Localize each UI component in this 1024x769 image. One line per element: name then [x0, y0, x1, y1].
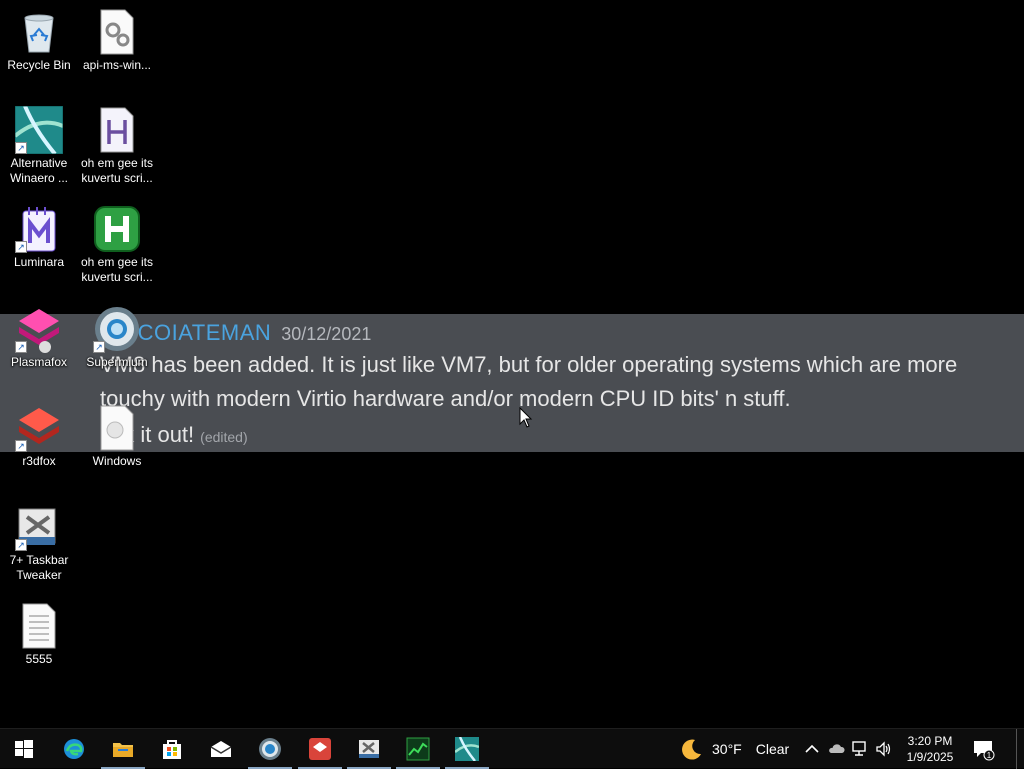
desktop-icon-label: 5555 — [25, 652, 53, 666]
taskbar-tweaker-icon: ↗ — [15, 503, 63, 551]
blank-file-icon — [93, 404, 141, 452]
message-edited-tag: (edited) — [200, 429, 248, 445]
desktop-icon-label: 7+ Taskbar Tweaker — [9, 553, 69, 582]
taskbar-winaero[interactable] — [443, 729, 491, 769]
desktop[interactable]: OCOIATEMAN 30/12/2021 VM8 has been added.… — [0, 0, 1024, 728]
tray-onedrive[interactable] — [825, 737, 847, 761]
taskbar-microsoft-store[interactable] — [148, 729, 196, 769]
message-line-1: VM8 has been added. It is just like VM7,… — [100, 352, 958, 377]
desktop-icon-label: oh em gee its kuvertu scri... — [80, 255, 154, 284]
taskbar-clock[interactable]: 3:20 PM 1/9/2025 — [900, 733, 960, 765]
desktop-icon-label: Luminara — [13, 255, 65, 269]
desktop-icon-supermium[interactable]: ↗ Supermium — [79, 305, 155, 370]
desktop-icon-windows[interactable]: Windows — [79, 404, 155, 469]
message-line-2: touchy with modern Virtio hardware and/o… — [100, 386, 791, 411]
notification-icon: 1 — [974, 741, 995, 761]
action-center-button[interactable]: 1 — [966, 729, 1000, 769]
shortcut-arrow-icon: ↗ — [15, 241, 27, 253]
clock-time: 3:20 PM — [907, 734, 953, 748]
desktop-icon-label: Windows — [92, 454, 142, 468]
windows-logo-icon — [15, 740, 33, 758]
plasmafox-icon: ↗ — [15, 305, 63, 353]
show-hidden-icons-button[interactable] — [801, 737, 823, 761]
desktop-icon-label: Supermium — [86, 355, 148, 369]
desktop-icon-alternative-winaero[interactable]: ↗ Alternative Winaero ... — [1, 106, 77, 186]
desktop-icon-label: Recycle Bin — [7, 58, 71, 72]
moon-icon — [682, 739, 701, 760]
shortcut-arrow-icon: ↗ — [15, 440, 27, 452]
desktop-icon-r3dfox[interactable]: ↗ r3dfox — [1, 404, 77, 469]
taskbar-mail[interactable] — [197, 729, 245, 769]
mail-envelope-icon — [210, 741, 232, 757]
desktop-icon-oh-em-gee-script[interactable]: oh em gee its kuvertu scri... — [79, 106, 155, 186]
desktop-icon-label: r3dfox — [22, 454, 56, 468]
shortcut-arrow-icon: ↗ — [15, 539, 27, 551]
desktop-icon-oh-em-gee-app[interactable]: oh em gee its kuvertu scri... — [79, 205, 155, 285]
network-icon — [852, 741, 866, 756]
weather-condition: Clear — [755, 741, 790, 757]
message-header: OCOIATEMAN 30/12/2021 — [120, 318, 371, 348]
chevron-up-icon — [805, 744, 819, 753]
tray-volume[interactable] — [873, 737, 895, 761]
desktop-icon-label: api-ms-win... — [82, 58, 151, 72]
winaero-logo-icon — [455, 737, 479, 761]
desktop-icon-label: Plasmafox — [10, 355, 68, 369]
desktop-icon-label: oh em gee its kuvertu scri... — [80, 156, 154, 185]
taskbar-r3dfox[interactable] — [296, 729, 344, 769]
desktop-icon-label: Alternative Winaero ... — [9, 156, 69, 185]
desktop-icon-recycle-bin[interactable]: Recycle Bin — [1, 8, 77, 73]
edge-browser-icon — [64, 739, 84, 759]
weather-temperature: 30°F — [712, 741, 742, 757]
taskbar-tweaker-icon — [359, 740, 379, 758]
r3dfox-icon: ↗ — [15, 404, 63, 452]
taskbar-file-explorer[interactable] — [99, 729, 147, 769]
r3dfox-icon — [309, 738, 331, 760]
store-bag-icon — [163, 740, 181, 759]
taskbar: 30°F Clear 3:20 PM 1/9/2025 1 — [0, 728, 1024, 769]
green-h-app-icon — [93, 205, 141, 253]
text-file-icon — [15, 602, 63, 650]
taskbar-taskbar-tweaker[interactable] — [345, 729, 393, 769]
taskbar-supermium[interactable] — [246, 729, 294, 769]
script-file-icon — [93, 106, 141, 154]
clock-date: 1/9/2025 — [906, 750, 954, 764]
desktop-icon-luminara[interactable]: ↗ Luminara — [1, 205, 77, 270]
shortcut-arrow-icon: ↗ — [15, 341, 27, 353]
message-date: 30/12/2021 — [281, 324, 372, 344]
weather-widget[interactable]: 30°F Clear — [680, 729, 789, 769]
desktop-icon-taskbar-tweaker[interactable]: ↗ 7+ Taskbar Tweaker — [1, 503, 77, 583]
system-file-icon — [93, 8, 141, 56]
desktop-icon-plasmafox[interactable]: ↗ Plasmafox — [1, 305, 77, 370]
taskbar-edge[interactable] — [50, 729, 98, 769]
supermium-browser-icon — [259, 738, 281, 760]
cloud-icon — [829, 744, 845, 753]
desktop-icon-5555[interactable]: 5555 — [1, 602, 77, 667]
task-manager-chart-icon — [406, 737, 430, 761]
tray-network[interactable] — [849, 737, 871, 761]
notification-count: 1 — [987, 751, 992, 760]
start-button[interactable] — [0, 729, 48, 769]
desktop-icon-api-ms-win[interactable]: api-ms-win... — [79, 8, 155, 73]
winaero-logo-icon: ↗ — [15, 106, 63, 154]
recycle-bin-icon — [15, 8, 63, 56]
shortcut-arrow-icon: ↗ — [93, 341, 105, 353]
shortcut-arrow-icon: ↗ — [15, 142, 27, 154]
folder-icon — [113, 743, 133, 757]
speaker-icon — [876, 741, 891, 757]
show-desktop-button[interactable] — [1016, 729, 1024, 769]
supermium-browser-icon: ↗ — [93, 305, 141, 353]
taskbar-task-manager[interactable] — [394, 729, 442, 769]
notepad-icon: ↗ — [15, 205, 63, 253]
